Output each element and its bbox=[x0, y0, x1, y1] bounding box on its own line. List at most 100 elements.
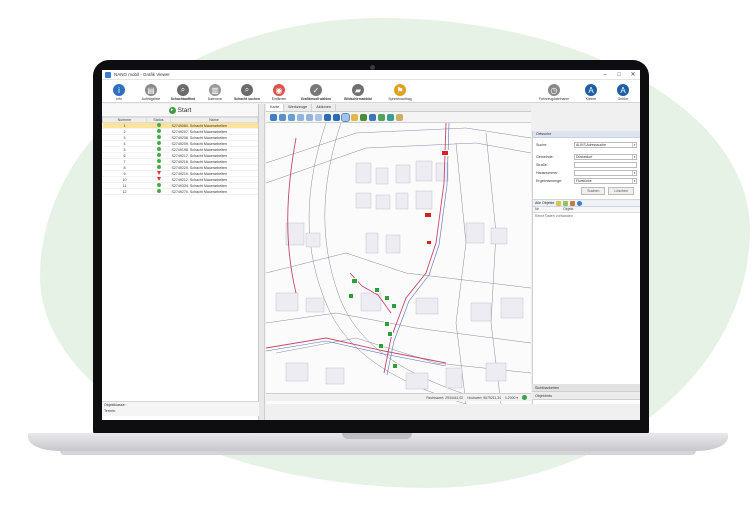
back-arrow-icon[interactable] bbox=[324, 113, 331, 121]
ergebnismenge-select[interactable]: Flurstücke ▾ bbox=[574, 178, 637, 184]
row-status bbox=[146, 188, 171, 195]
scale-selector[interactable]: 1:2000 ▾ bbox=[505, 396, 518, 400]
map-drawing bbox=[266, 123, 531, 404]
map-marker-green[interactable] bbox=[387, 331, 393, 337]
map-marker-green[interactable] bbox=[384, 321, 390, 327]
toolbar-button-0[interactable]: i Info bbox=[104, 84, 134, 101]
clipboard-icon: ▤ bbox=[145, 84, 157, 96]
map-marker-red[interactable] bbox=[441, 150, 449, 156]
tab-aktionen[interactable]: Aktionen bbox=[312, 104, 336, 111]
strasse-label: Straße: bbox=[536, 163, 548, 167]
toolbar-button-4[interactable]: ⌕ Schacht suchen bbox=[232, 84, 262, 101]
column-header-objekt[interactable]: Objekt bbox=[563, 207, 573, 212]
toolbar-label: Einfärben bbox=[271, 97, 287, 101]
flag-icon: ⚑ bbox=[394, 84, 406, 96]
toolbar-label: Schacht suchen bbox=[233, 97, 260, 101]
start-button[interactable]: ▸ Start bbox=[102, 104, 258, 117]
zoom-extent-icon[interactable] bbox=[288, 113, 295, 121]
print-icon[interactable] bbox=[378, 113, 385, 121]
tab-werkzeuge[interactable]: Werkzeuge bbox=[284, 104, 313, 111]
row-name: S2749270. Schacht Mauerarbeiten bbox=[170, 188, 258, 195]
objects-toolbar: Alle Objekte bbox=[533, 199, 640, 207]
toolbar-button-6[interactable]: ✓ Grafikmodi wählen bbox=[296, 84, 336, 101]
layers-icon[interactable] bbox=[306, 113, 313, 121]
maximize-button[interactable]: □ bbox=[612, 72, 626, 78]
map-marker-red[interactable] bbox=[426, 240, 432, 245]
close-button[interactable]: ✕ bbox=[626, 71, 640, 78]
hausnummer-field[interactable]: ▾ bbox=[574, 170, 637, 176]
sichtbarkeiten-header[interactable]: Sichtbarkeiten bbox=[532, 384, 640, 392]
chevron-down-icon: ▾ bbox=[632, 155, 636, 159]
toolbar-button-11[interactable]: A Größer bbox=[608, 84, 638, 101]
map-marker-green[interactable] bbox=[374, 287, 380, 293]
toolbar-button-9[interactable]: ◷ Fahrzeugdateiname bbox=[534, 84, 574, 101]
status-ok-icon bbox=[156, 183, 161, 187]
settings-icon[interactable] bbox=[396, 113, 403, 121]
gemeinde-select[interactable]: Düsseldorf ▾ bbox=[574, 154, 637, 160]
strasse-field[interactable] bbox=[574, 162, 637, 168]
globe-icon[interactable] bbox=[297, 113, 304, 121]
map-marker-green[interactable] bbox=[378, 343, 384, 349]
zoom-out-icon[interactable] bbox=[279, 113, 286, 121]
status-ok-icon bbox=[156, 165, 161, 169]
panel-splitter[interactable] bbox=[259, 104, 265, 420]
delete-icon[interactable] bbox=[570, 200, 576, 206]
hochwert-readout: Hochwert: 5679211,34 bbox=[467, 395, 501, 400]
loeschen-button[interactable]: Löschen bbox=[608, 187, 634, 195]
left-panel: ▸ Start Nummer Status Name 1 S2749080. Sc… bbox=[102, 104, 259, 420]
forward-arrow-icon[interactable] bbox=[333, 113, 340, 121]
truck-icon: ▰ bbox=[352, 84, 364, 96]
help-icon[interactable] bbox=[577, 200, 583, 206]
row-number: 12 bbox=[102, 188, 147, 195]
chevron-down-icon: ▾ bbox=[632, 143, 636, 147]
folder-icon[interactable] bbox=[556, 200, 562, 206]
toolbar-label: Grafikmodi wählen bbox=[300, 97, 332, 101]
status-ok-icon bbox=[156, 129, 161, 133]
map-tabs: Karte Werkzeuge Aktionen bbox=[266, 104, 531, 112]
magnifier-icon: ⌕ bbox=[241, 84, 253, 96]
objektinfo-header[interactable]: Objektinfo bbox=[532, 392, 640, 400]
zoom-in-icon[interactable] bbox=[270, 113, 277, 121]
toolbar-button-5[interactable]: ◉ Einfärben bbox=[264, 84, 294, 101]
map-marker-green[interactable] bbox=[384, 295, 390, 301]
toolbar-label: Bildschirmabbild bbox=[344, 97, 372, 101]
pointer-icon[interactable] bbox=[341, 112, 350, 122]
gps-status-icon bbox=[522, 395, 527, 400]
map-canvas[interactable] bbox=[266, 123, 531, 404]
measure-icon[interactable] bbox=[360, 113, 367, 121]
tab-karte[interactable]: Karte bbox=[266, 104, 285, 111]
toolbar-label: Größer bbox=[617, 97, 629, 101]
map-toolbar bbox=[266, 112, 531, 123]
font-larger-icon: A bbox=[617, 84, 629, 96]
right-panel: Ortsuche Suche: ALKIS Adresssuche ▾ Gemei… bbox=[532, 131, 640, 404]
ergebnismenge-label: Ergebnismenge: bbox=[536, 179, 563, 183]
map-marker-green[interactable] bbox=[392, 363, 398, 369]
toolbar-button-2[interactable]: ⌕ Schachtauffind bbox=[168, 84, 198, 101]
refresh-icon[interactable] bbox=[315, 113, 322, 121]
toolbar-button-1[interactable]: ▤ Aufträgsliste bbox=[136, 84, 166, 101]
toolbar-button-7[interactable]: ▰ Bildschirmabbild bbox=[338, 84, 378, 101]
select-area-icon[interactable] bbox=[369, 113, 376, 121]
table-row[interactable]: 12 S2749270. Schacht Mauerarbeiten bbox=[102, 188, 258, 195]
map-marker-red[interactable] bbox=[424, 212, 432, 218]
hand-icon[interactable] bbox=[351, 113, 358, 121]
map-marker-green[interactable] bbox=[348, 293, 354, 299]
start-icon: ▸ bbox=[168, 106, 176, 114]
suchen-button[interactable]: Suchen bbox=[581, 187, 606, 195]
map-marker-green[interactable] bbox=[391, 303, 397, 309]
toolbar-button-10[interactable]: A Kleiner bbox=[576, 84, 606, 101]
warning-triangle-icon bbox=[156, 177, 161, 181]
gemeinde-value: Düsseldorf bbox=[576, 155, 593, 159]
objects-header: Alle Objekte bbox=[535, 201, 555, 205]
right-panel-lower: Sichtbarkeiten Objektinfo bbox=[532, 384, 640, 400]
toolbar-button-3[interactable]: ▥ Datenzon bbox=[200, 84, 230, 101]
column-header-nr[interactable]: Nr bbox=[535, 207, 563, 212]
minimize-button[interactable]: – bbox=[598, 72, 612, 78]
export-icon[interactable] bbox=[387, 113, 394, 121]
edit-icon[interactable] bbox=[563, 200, 569, 206]
app-window: NANO mobil - Grafik Viewer – □ ✕ i Info ▤ A… bbox=[102, 70, 640, 420]
suche-select[interactable]: ALKIS Adresssuche ▾ bbox=[574, 142, 637, 148]
map-marker-green[interactable] bbox=[351, 278, 358, 284]
left-footer: Objektklasse: Termin: bbox=[102, 401, 259, 416]
toolbar-button-8[interactable]: ⚑ Sprintenauftrag bbox=[380, 84, 420, 101]
